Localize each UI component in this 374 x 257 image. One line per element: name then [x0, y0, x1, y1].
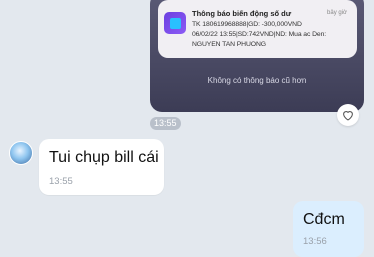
notification-line-3: NGUYEN TAN PHUONG: [192, 41, 266, 48]
notification-line-1: TK 180619968888|GD: -300,000VND: [192, 21, 302, 28]
notification-time: bây giờ: [327, 10, 347, 16]
bank-app-icon: [164, 12, 186, 34]
notification-line-2: 06/02/22 13:55|SD:742VND|ND: Mua ac Den:: [192, 31, 327, 38]
incoming-message-bubble[interactable]: Tui chụp bill cái 13:55: [39, 139, 164, 195]
bank-notification-card: Thông báo biến động số dư bây giờ TK 180…: [158, 0, 357, 58]
incoming-message-text: Tui chụp bill cái: [49, 149, 159, 166]
outgoing-message-bubble[interactable]: Cđcm 13:56: [293, 201, 364, 257]
outgoing-message-time: 13:56: [303, 236, 327, 247]
screenshot-time-label: 13:55: [150, 117, 181, 130]
shared-screenshot-image[interactable]: Thông báo biến động số dư bây giờ TK 180…: [150, 0, 364, 112]
outgoing-message-text: Cđcm: [303, 211, 345, 228]
heart-outline-icon: [343, 111, 353, 121]
react-button[interactable]: [337, 104, 359, 126]
sender-avatar[interactable]: [9, 141, 33, 165]
no-older-notifications-text: Không có thông báo cũ hơn: [207, 76, 307, 85]
incoming-message-time: 13:55: [49, 176, 73, 187]
notification-title: Thông báo biến động số dư: [192, 9, 292, 18]
